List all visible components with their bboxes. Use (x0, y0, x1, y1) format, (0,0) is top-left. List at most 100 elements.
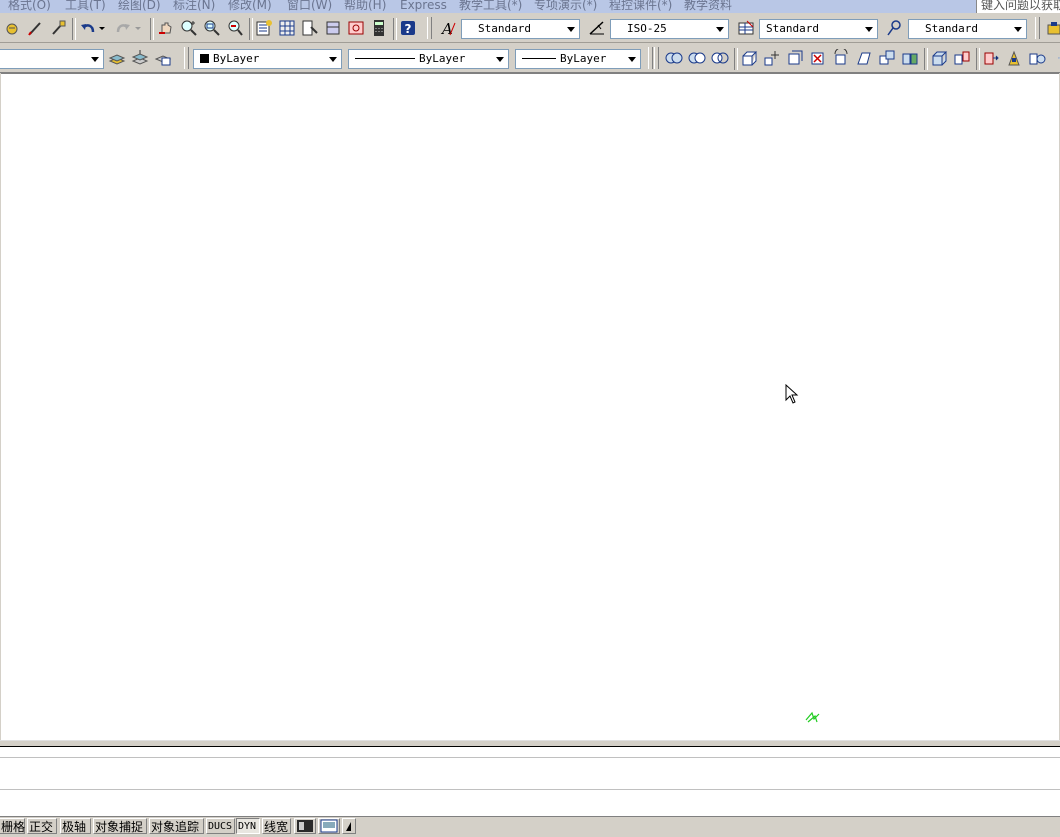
command-input-row[interactable] (0, 789, 1060, 790)
menu-modify[interactable]: 修改(M) (228, 0, 272, 13)
properties-icon[interactable] (254, 18, 274, 38)
help-icon[interactable]: ? (398, 18, 418, 38)
layer-states-icon[interactable] (153, 48, 173, 68)
table-style-select[interactable]: Standard (759, 19, 878, 39)
taper-faces-icon[interactable] (854, 48, 874, 68)
color-select[interactable]: ByLayer (193, 49, 342, 69)
status-bar: 栅格 正交 极轴 对象捕捉 对象追踪 DUCS DYN 线宽 (0, 816, 1060, 835)
flatshot-icon[interactable] (1004, 48, 1024, 68)
polar-toggle[interactable]: 极轴 (60, 818, 91, 834)
quick-view-layouts-button[interactable] (318, 818, 340, 834)
chevron-down-icon (496, 57, 504, 62)
text-style-select[interactable]: Standard (461, 19, 580, 39)
toolbar-grip[interactable] (648, 47, 653, 69)
menu-window[interactable]: 窗口(W) (287, 0, 332, 13)
menu-draw[interactable]: 绘图(D) (118, 0, 161, 13)
ucs-icon (804, 710, 822, 727)
solid-profile-icon[interactable] (1050, 48, 1060, 68)
zoom-realtime-icon[interactable] (179, 18, 199, 38)
toolbar-grip[interactable] (427, 17, 432, 39)
lineweight-toggle[interactable]: 线宽 (262, 818, 291, 834)
otrack-toggle[interactable]: 对象追踪 (149, 818, 204, 834)
union-icon[interactable] (664, 48, 684, 68)
menu-special-demo[interactable]: 专项演示(*) (534, 0, 597, 13)
move-faces-icon[interactable] (762, 48, 782, 68)
menu-express[interactable]: Express (400, 0, 447, 13)
toolbox-icon[interactable] (1044, 18, 1060, 38)
svg-text:A: A (440, 20, 453, 37)
layer-previous-icon[interactable] (130, 48, 150, 68)
menu-teaching-materials[interactable]: 教学资料 (684, 0, 732, 13)
zoom-window-icon[interactable] (202, 18, 222, 38)
paint-brush-icon[interactable] (48, 18, 68, 38)
make-object-layer-current-icon[interactable] (107, 48, 127, 68)
design-center-icon[interactable] (277, 18, 297, 38)
separator (150, 18, 154, 40)
linetype-select[interactable]: ByLayer (348, 49, 509, 69)
model-icon (297, 820, 313, 832)
markup-set-manager-icon[interactable] (346, 18, 366, 38)
help-search-input[interactable]: 键入问题以获取帮助 (976, 0, 1060, 13)
undo-icon[interactable] (78, 18, 98, 38)
redo-icon[interactable] (113, 18, 133, 38)
zoom-previous-icon[interactable] (225, 18, 245, 38)
multileader-style-icon[interactable] (885, 18, 905, 38)
section-plane-icon[interactable] (981, 48, 1001, 68)
model-space-button[interactable] (294, 818, 316, 834)
text-style-icon[interactable]: A (438, 18, 458, 38)
brush-icon[interactable] (25, 18, 45, 38)
rotate-faces-icon[interactable] (831, 48, 851, 68)
separator (393, 18, 397, 40)
lineweight-select[interactable]: ByLayer (515, 49, 641, 69)
offset-faces-icon[interactable] (785, 48, 805, 68)
toolbar-grip[interactable] (654, 47, 659, 69)
dim-style-value: ISO-25 (627, 22, 667, 35)
multileader-style-select[interactable]: Standard (908, 19, 1027, 39)
quick-calc-icon[interactable] (369, 18, 389, 38)
ortho-toggle[interactable]: 正交 (27, 818, 57, 834)
menu-tools[interactable]: 工具(T) (65, 0, 106, 13)
match-properties-icon[interactable] (2, 18, 22, 38)
drawing-area[interactable] (1, 73, 1059, 741)
osnap-toggle[interactable]: 对象捕捉 (93, 818, 147, 834)
dim-style-icon[interactable] (587, 18, 607, 38)
solid-view-icon[interactable] (1027, 48, 1047, 68)
pan-realtime-icon[interactable] (156, 18, 176, 38)
grid-toggle[interactable]: 栅格 (0, 818, 25, 834)
undo-dropdown-icon[interactable] (97, 18, 107, 38)
menu-dimension[interactable]: 标注(N) (173, 0, 215, 13)
sheet-set-manager-icon[interactable] (323, 18, 343, 38)
status-tray-arrow-button[interactable] (342, 818, 356, 834)
dim-style-select[interactable]: ISO-25 (610, 19, 729, 39)
linetype-value: ByLayer (419, 52, 466, 65)
separator (249, 18, 253, 40)
ducs-toggle[interactable]: DUCS (206, 818, 235, 834)
chevron-down-icon (628, 57, 636, 62)
layer-select[interactable] (0, 49, 104, 69)
menu-format[interactable]: 格式(O) (8, 0, 51, 13)
table-style-value: Standard (766, 22, 819, 35)
toolbar-grip[interactable] (1035, 17, 1040, 39)
copy-faces-icon[interactable] (877, 48, 897, 68)
imprint-icon[interactable] (929, 48, 949, 68)
extrude-faces-icon[interactable] (739, 48, 759, 68)
table-style-icon[interactable] (736, 18, 756, 38)
dyn-toggle[interactable]: DYN (236, 818, 260, 834)
toolbar-grip[interactable] (184, 47, 189, 69)
menu-courseware[interactable]: 程控课件(*) (609, 0, 672, 13)
properties-toolbar: ByLayer ByLayer ByLayer (0, 44, 1060, 73)
separator (924, 48, 928, 70)
menu-help[interactable]: 帮助(H) (344, 0, 386, 13)
tool-palettes-icon[interactable] (300, 18, 320, 38)
menu-teaching-tools[interactable]: 教学工具(*) (459, 0, 522, 13)
delete-faces-icon[interactable] (808, 48, 828, 68)
redo-dropdown-icon[interactable] (133, 18, 143, 38)
subtract-icon[interactable] (687, 48, 707, 68)
linetype-preview (355, 58, 415, 59)
lineweight-value: ByLayer (560, 52, 607, 65)
intersect-icon[interactable] (710, 48, 730, 68)
mouse-cursor-icon (785, 383, 799, 407)
separate-icon[interactable] (952, 48, 972, 68)
color-faces-icon[interactable] (900, 48, 920, 68)
command-line-window[interactable] (0, 746, 1060, 817)
